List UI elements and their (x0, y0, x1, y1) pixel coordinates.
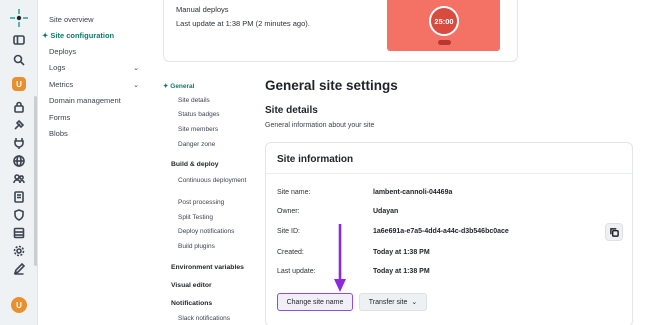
sitenav-item-deploys[interactable]: Deploys (49, 47, 139, 56)
section-title: Site details (265, 105, 318, 116)
sitenav-item-site-overview[interactable]: Site overview (49, 15, 139, 24)
build-icon[interactable] (12, 118, 26, 132)
gear-icon[interactable] (12, 244, 26, 258)
row-value: lambent-cannoli-04469a (373, 189, 453, 196)
row-label: Owner: (277, 208, 300, 215)
sitenav-label: Metrics (49, 80, 74, 89)
pen-icon[interactable] (12, 262, 26, 276)
button-label: Change site name (286, 298, 344, 306)
sitenav-item-domain-management[interactable]: Domain management (49, 96, 139, 105)
users-icon[interactable] (12, 172, 26, 186)
deploy-summary-card: Manual deploys Last update at 1:38 PM (2… (163, 0, 518, 62)
row-label: Created: (277, 249, 304, 256)
deploy-mode-text: Manual deploys (176, 5, 229, 14)
sitenav-item-blobs[interactable]: Blobs (49, 129, 139, 138)
last-update-text: Last update at 1:38 PM (2 minutes ago). (176, 19, 310, 28)
site-information-card: Site information Site name: lambent-cann… (265, 142, 633, 325)
timer-illustration: 25:00 (387, 0, 500, 51)
subnav-notifications[interactable]: Notifications (171, 300, 212, 307)
section-description: General information about your site (265, 122, 375, 129)
annotation-arrow-icon (334, 224, 346, 292)
copy-site-id-button[interactable] (605, 223, 623, 241)
subnav-split-testing[interactable]: Split Testing (178, 214, 213, 221)
subnav-slack-notifications[interactable]: Slack notifications (178, 315, 230, 322)
row-label: Last update: (277, 268, 316, 275)
site-navigation: Site overview ✦ Site configuration Deplo… (38, 0, 146, 325)
sitenav-label: ✦ Site configuration (42, 31, 115, 40)
subnav-deploy-notifications[interactable]: Deploy notifications (178, 228, 234, 235)
subnav-post-processing[interactable]: Post processing (178, 199, 224, 206)
subnav-general[interactable]: ✦ General (163, 82, 194, 90)
subnav-status-badges[interactable]: Status badges (178, 111, 220, 118)
subnav-visual-editor[interactable]: Visual editor (171, 282, 212, 289)
timer-clock: 25:00 (429, 6, 459, 36)
sitenav-label: Domain management (49, 96, 121, 105)
row-label: Site name: (277, 189, 311, 196)
timer-knob (438, 40, 451, 45)
sitenav-label: Forms (49, 113, 71, 122)
subnav-site-members[interactable]: Site members (178, 126, 218, 133)
chevron-down-icon: ⌄ (133, 81, 139, 89)
copy-icon (609, 227, 619, 237)
team-avatar[interactable]: U (12, 77, 26, 91)
row-value: Today at 1:38 PM (373, 268, 430, 275)
icon-rail: U U (0, 0, 38, 325)
sitenav-item-metrics[interactable]: Metrics ⌄ (49, 80, 139, 89)
sitenav-label: Site overview (49, 15, 94, 24)
subnav-build-plugins[interactable]: Build plugins (178, 243, 215, 250)
chevron-down-icon: ⌄ (133, 64, 139, 72)
subnav-site-details[interactable]: Site details (178, 97, 210, 104)
subnav-build-deploy[interactable]: Build & deploy (171, 161, 219, 168)
subnav-danger-zone[interactable]: Danger zone (178, 141, 215, 148)
sitenav-label: Blobs (49, 129, 68, 138)
sitenav-item-site-configuration[interactable]: ✦ Site configuration (42, 31, 132, 40)
row-value: Today at 1:38 PM (373, 249, 430, 256)
change-site-name-button[interactable]: Change site name (277, 293, 353, 311)
sitenav-item-forms[interactable]: Forms (49, 113, 139, 122)
button-label: Transfer site (368, 298, 408, 306)
shield-icon[interactable] (12, 208, 26, 222)
sitenav-label: Logs (49, 63, 66, 72)
card-divider (266, 173, 632, 174)
netlify-logo-icon[interactable] (9, 8, 29, 28)
table-icon[interactable] (12, 226, 26, 240)
sitenav-item-logs[interactable]: Logs ⌄ (49, 63, 139, 72)
transfer-site-button[interactable]: Transfer site ⌄ (359, 293, 427, 311)
row-value: Udayan (373, 208, 399, 215)
chevron-down-icon: ⌄ (411, 299, 418, 306)
row-value: 1a6e691a-e7a5-4dd4-a44c-d3b546bc0ace (373, 228, 509, 235)
plug-icon[interactable] (12, 136, 26, 150)
lock-icon[interactable] (12, 100, 26, 114)
sitenav-label: Deploys (49, 47, 77, 56)
globe-icon[interactable] (12, 154, 26, 168)
subnav-environment-variables[interactable]: Environment variables (171, 264, 244, 271)
page-title: General site settings (265, 78, 398, 93)
card-title: Site information (277, 154, 354, 165)
subnav-continuous-deployment[interactable]: Continuous deployment (178, 176, 248, 185)
row-label: Site ID: (277, 228, 300, 235)
document-icon[interactable] (12, 190, 26, 204)
sidebar-toggle-icon[interactable] (12, 33, 26, 47)
search-icon[interactable] (12, 53, 26, 67)
rail-scrollbar[interactable] (34, 96, 37, 266)
user-avatar[interactable]: U (11, 297, 27, 313)
